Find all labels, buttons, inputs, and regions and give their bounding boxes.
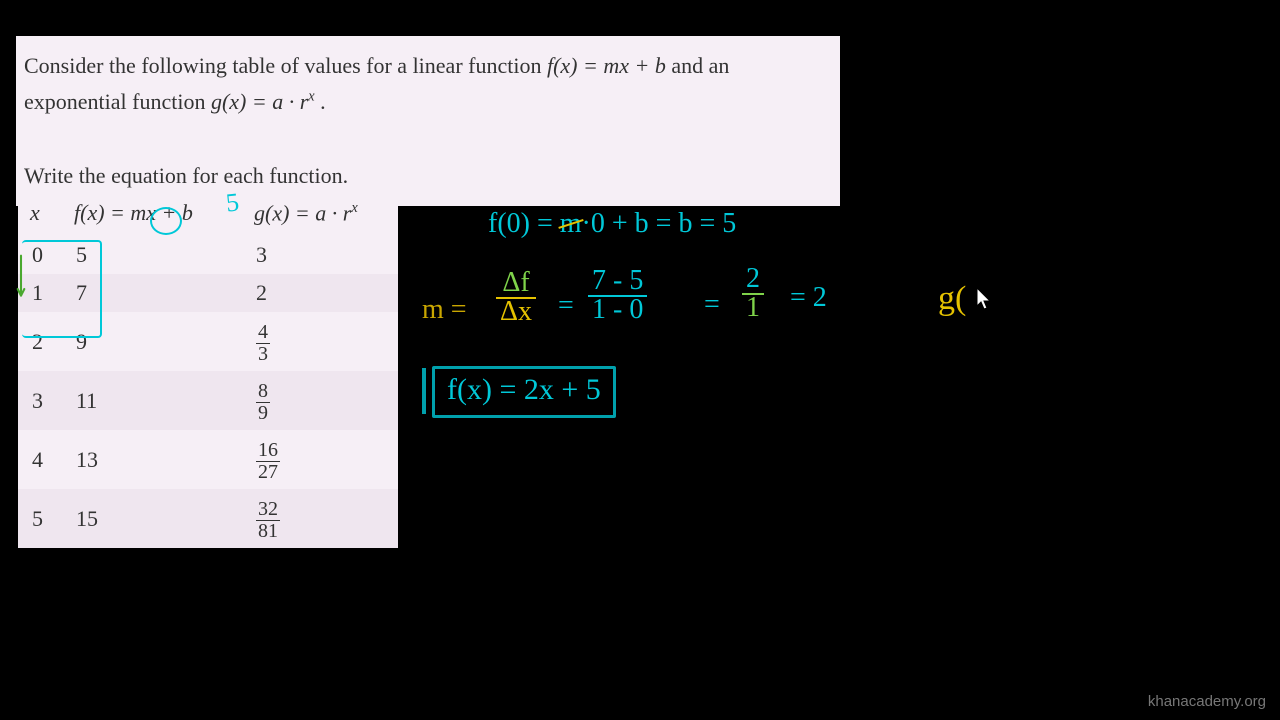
result-f: f(x) = 2x + 5 — [447, 373, 601, 406]
annotation-arrow-down — [16, 254, 26, 304]
cell-g: 1627 — [256, 436, 388, 483]
annotation-box-rows — [22, 240, 102, 338]
watermark: khanacademy.org — [1148, 693, 1266, 710]
problem-statement: Consider the following table of values f… — [16, 36, 840, 206]
den: 1 - 0 — [588, 295, 647, 324]
problem-line-2: exponential function g(x) = a · rx . — [24, 86, 832, 118]
text: exponential function — [24, 89, 211, 114]
derivation-g-partial: g( — [938, 280, 966, 318]
cell-g: 2 — [256, 280, 388, 306]
text: g(x) = a · r — [254, 200, 351, 225]
cell-x: 4 — [32, 447, 76, 473]
text: f(x) = — [74, 200, 130, 225]
cell-x: 3 — [32, 388, 76, 414]
cell-f: 11 — [76, 388, 256, 414]
cell-g: 89 — [256, 377, 388, 424]
text-m: m — [130, 200, 146, 225]
result-box-left-bar — [422, 368, 426, 414]
cell-f: 9 — [76, 329, 256, 355]
col-header-g: g(x) = a · rx — [254, 200, 388, 226]
table-row: 4131627 — [18, 430, 398, 489]
annotation-circle-m — [150, 207, 182, 235]
text: m = — [422, 294, 467, 325]
cell-f: 15 — [76, 506, 256, 532]
text: ·0 + b = b = 5 — [582, 208, 737, 239]
eq-sign-1: = — [558, 290, 574, 322]
den: Δx — [496, 297, 536, 326]
text-exp: x — [351, 200, 357, 216]
derivation-f0: f(0) = m·0 + b = b = 5 — [488, 208, 736, 240]
eq-sign-2: = — [704, 289, 720, 321]
text: and an — [666, 53, 730, 78]
derivation-m-result: = 2 — [790, 282, 827, 314]
cell-g: 3281 — [256, 495, 388, 542]
text: . — [315, 89, 326, 114]
derivation-m-frac3: 21 — [742, 266, 764, 321]
cursor-icon — [974, 286, 994, 312]
num: 2 — [742, 266, 764, 293]
problem-line-1: Consider the following table of values f… — [24, 50, 832, 82]
problem-line-3: Write the equation for each function. — [24, 160, 832, 192]
text-m-struck: m — [560, 208, 582, 240]
text: Consider the following table of values f… — [24, 53, 547, 78]
table-header: x f(x) = mx + b g(x) = a · rx — [18, 192, 398, 236]
num: Δf — [498, 270, 533, 297]
result-box: f(x) = 2x + 5 — [432, 366, 616, 418]
cell-x: 5 — [32, 506, 76, 532]
table-row: 5153281 — [18, 489, 398, 548]
table-row: 31189 — [18, 371, 398, 430]
cell-f: 13 — [76, 447, 256, 473]
den: 1 — [742, 293, 764, 322]
cell-g: 43 — [256, 318, 388, 365]
cell-g: 3 — [256, 242, 388, 268]
formula-g: g(x) = a · r — [211, 89, 308, 114]
cell-f: 7 — [76, 280, 256, 306]
derivation-m-frac2: 7 - 51 - 0 — [588, 268, 647, 323]
text: f(0) = — [488, 208, 560, 239]
derivation-m-frac1: ΔfΔx — [496, 270, 536, 325]
col-header-x: x — [30, 200, 74, 226]
formula-f: f(x) = mx + b — [547, 53, 666, 78]
num: 7 - 5 — [588, 268, 647, 295]
derivation-m-label: m = — [422, 294, 467, 326]
cell-f: 5 — [76, 242, 256, 268]
